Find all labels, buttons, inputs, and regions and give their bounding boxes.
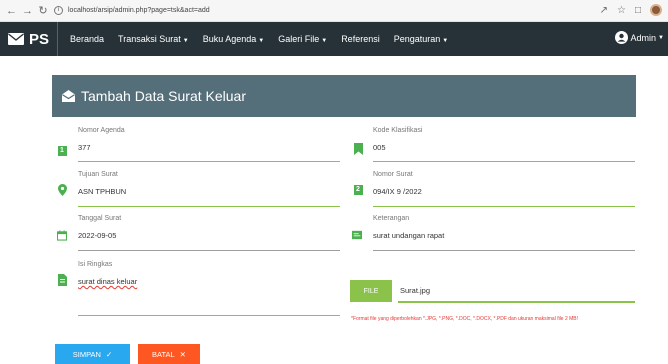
field-value[interactable]: 377: [78, 143, 91, 152]
field-underline: [373, 205, 635, 207]
document-icon: [57, 274, 67, 286]
page-title: Tambah Data Surat Keluar: [81, 88, 246, 104]
calendar-shape: [57, 230, 67, 241]
field-label: Keterangan: [373, 215, 410, 222]
number-one-icon: 1: [57, 145, 67, 157]
account-circle-icon: [614, 31, 628, 44]
tanggal-surat-field[interactable]: Tanggal Surat 2022-09-05: [78, 215, 340, 251]
menu-label: Transaksi Surat: [118, 34, 181, 44]
isi-ringkas-field[interactable]: Isi Ringkas surat dinas keluar: [78, 261, 340, 316]
field-value[interactable]: 2022-09-05: [78, 231, 116, 240]
main-menu: Beranda Transaksi Surat ▼ Buku Agenda ▼ Ga…: [70, 34, 462, 44]
browser-actions: ↗ ☆ □: [600, 4, 662, 16]
menu-beranda[interactable]: Beranda: [70, 34, 104, 44]
menu-label: Referensi: [341, 34, 380, 44]
field-label: Nomor Agenda: [78, 127, 125, 134]
cancel-label: BATAL: [152, 349, 175, 359]
caret-down-icon: ▼: [321, 38, 328, 44]
notes-icon: [352, 229, 362, 241]
form-card-header: Tambah Data Surat Keluar: [52, 75, 636, 117]
field-value[interactable]: 094/IX 9 /2022: [373, 187, 422, 196]
file-format-note: *Format file yang diperbolehkan *.JPG, *…: [351, 316, 579, 322]
info-icon[interactable]: i: [54, 6, 63, 15]
menu-galeri-file[interactable]: Galeri File ▼: [278, 34, 327, 44]
window-icon[interactable]: □: [635, 5, 641, 16]
arrow-right-icon[interactable]: →: [22, 5, 33, 17]
notes-shape: [352, 230, 362, 240]
close-icon: ✕: [179, 349, 186, 359]
field-underline: [78, 250, 340, 251]
nomor-agenda-field[interactable]: Nomor Agenda 377: [78, 127, 340, 162]
envelope-icon: [8, 33, 24, 45]
field-label: Nomor Surat: [373, 171, 413, 178]
calendar-icon: [57, 229, 67, 241]
brand-name: PS: [29, 30, 50, 48]
field-value[interactable]: 005: [373, 143, 386, 152]
field-underline: [373, 160, 635, 162]
menu-buku-agenda[interactable]: Buku Agenda ▼: [203, 34, 265, 44]
arrow-left-icon[interactable]: ←: [6, 5, 17, 17]
caret-down-icon: ▼: [182, 38, 189, 44]
file-name-input[interactable]: Surat.jpg: [400, 286, 430, 295]
menu-label: Galeri File: [278, 34, 320, 44]
user-menu[interactable]: Admin ▼: [614, 31, 664, 44]
menu-label: Pengaturan: [393, 34, 441, 44]
file-upload-button[interactable]: FILE: [350, 280, 392, 302]
icon-number: 2: [353, 185, 363, 195]
menu-transaksi-surat[interactable]: Transaksi Surat ▼: [118, 34, 189, 44]
file-underline: [398, 301, 635, 303]
field-label: Tanggal Surat: [78, 215, 122, 222]
top-navbar: PS Beranda Transaksi Surat ▼ Buku Agenda ▼…: [0, 22, 668, 56]
field-underline: [78, 314, 340, 316]
document-shape: [57, 274, 67, 286]
field-underline: [373, 250, 635, 251]
keterangan-field[interactable]: Keterangan surat undangan rapat: [373, 215, 635, 251]
menu-pengaturan[interactable]: Pengaturan ▼: [394, 34, 449, 44]
field-label: Tujuan Surat: [78, 171, 118, 178]
caret-down-icon: ▼: [658, 34, 664, 41]
icon-number: 1: [57, 146, 67, 156]
field-underline: [78, 205, 340, 207]
cancel-button[interactable]: BATAL ✕: [138, 344, 200, 364]
location-pin-icon: [57, 184, 67, 196]
star-icon[interactable]: ☆: [617, 5, 626, 16]
field-value[interactable]: surat undangan rapat: [373, 231, 444, 240]
tujuan-surat-field[interactable]: Tujuan Surat ASN TPHBUN: [78, 171, 340, 207]
bookmark-shape: [353, 143, 363, 155]
menu-label: Buku Agenda: [202, 34, 257, 44]
browser-toolbar: ← → ↻ i localhost/arsip/admin.php?page=t…: [0, 0, 668, 22]
menu-referensi[interactable]: Referensi: [341, 34, 380, 44]
share-icon[interactable]: ↗: [600, 5, 608, 16]
reload-icon[interactable]: ↻: [38, 4, 48, 17]
profile-avatar[interactable]: [650, 4, 662, 16]
field-value[interactable]: ASN TPHBUN: [78, 187, 126, 196]
save-label: SIMPAN: [72, 349, 101, 359]
field-value[interactable]: surat dinas keluar: [78, 277, 137, 286]
url-text: localhost/arsip/admin.php?page=tsk&act=a…: [68, 7, 210, 14]
caret-down-icon: ▼: [258, 38, 265, 44]
pin-shape: [57, 184, 67, 196]
brand[interactable]: PS: [0, 22, 59, 56]
check-icon: ✓: [105, 349, 113, 359]
field-label: Isi Ringkas: [78, 261, 113, 268]
user-name: Admin: [630, 32, 657, 43]
caret-down-icon: ▼: [442, 38, 449, 44]
field-underline: [78, 160, 340, 162]
menu-label: Beranda: [70, 34, 105, 44]
nomor-surat-field[interactable]: Nomor Surat 094/IX 9 /2022: [373, 171, 635, 207]
number-two-icon: 2: [353, 184, 363, 196]
address-bar[interactable]: i localhost/arsip/admin.php?page=tsk&act…: [54, 6, 210, 15]
kode-klasifikasi-field[interactable]: Kode Klasifikasi 005: [373, 127, 635, 162]
save-button[interactable]: SIMPAN ✓: [55, 344, 130, 364]
bookmark-icon: [353, 143, 363, 155]
envelope-open-icon: [62, 90, 75, 102]
field-label: Kode Klasifikasi: [373, 127, 423, 134]
